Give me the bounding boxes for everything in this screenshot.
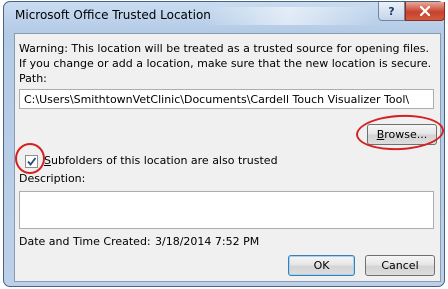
help-icon: ? <box>388 4 395 18</box>
date-created-label: Date and Time Created: <box>19 235 151 248</box>
description-field[interactable] <box>19 191 434 229</box>
path-input[interactable]: C:\Users\SmithtownVetClinic\Documents\Ca… <box>19 89 434 109</box>
help-button[interactable]: ? <box>378 2 405 21</box>
close-icon <box>420 6 430 16</box>
dialog-title: Microsoft Office Trusted Location <box>15 8 211 22</box>
cancel-button[interactable]: Cancel <box>365 255 435 276</box>
warning-text: Warning: This location will be treated a… <box>19 42 432 70</box>
ok-button[interactable]: OK <box>288 255 355 276</box>
subfolders-accelerator: S <box>44 154 51 167</box>
subfolders-label-text: ubfolders of this location are also trus… <box>50 154 278 167</box>
close-button[interactable] <box>405 2 445 21</box>
subfolders-label: Subfolders of this location are also tru… <box>44 154 278 167</box>
cancel-label: Cancel <box>381 259 419 272</box>
ok-label: OK <box>313 259 330 272</box>
checkbox-annotation-circle <box>15 143 45 174</box>
dialog-body: Warning: This location will be treated a… <box>14 33 441 282</box>
path-label: Path: <box>19 72 47 85</box>
title-bar-glare <box>204 7 374 25</box>
date-created-value: 3/18/2014 7:52 PM <box>155 235 260 248</box>
